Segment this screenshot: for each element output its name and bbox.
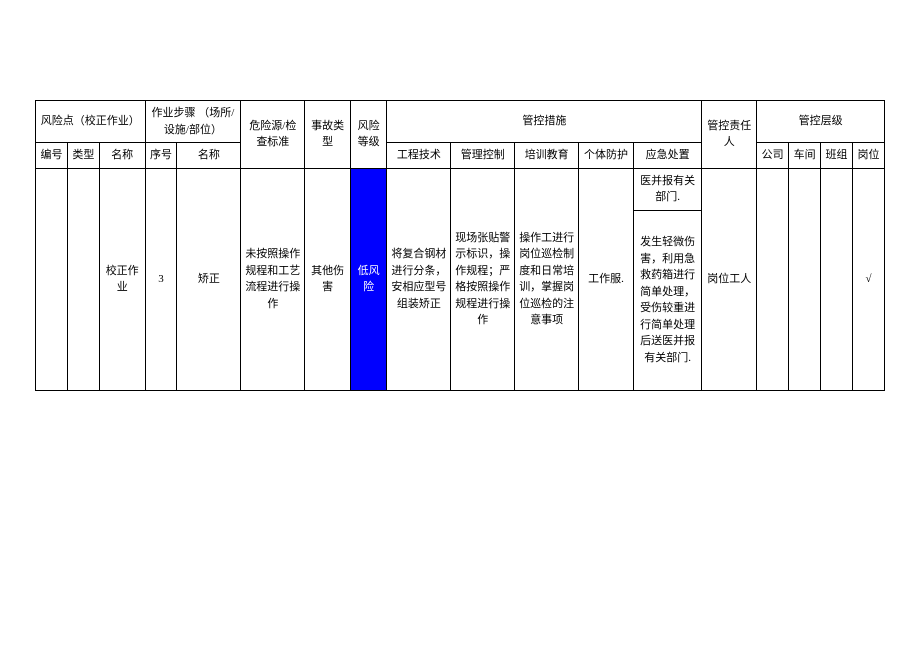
header-team: 班组	[821, 143, 853, 169]
header-control-owner: 管控责任人	[702, 101, 757, 169]
risk-assessment-table: 风险点（校正作业） 作业步骤 （场所/设施/部位） 危险源/检查标准 事故类型 …	[35, 100, 885, 391]
cell-id	[36, 168, 68, 390]
cell-type	[67, 168, 99, 390]
cell-company	[757, 168, 789, 390]
cell-eng-tech: 将复合钢材进行分条，安相应型号组装矫正	[387, 168, 451, 390]
header-seq: 序号	[145, 143, 177, 169]
cell-seq: 3	[145, 168, 177, 390]
header-id: 编号	[36, 143, 68, 169]
header-company: 公司	[757, 143, 789, 169]
cell-ppe: 工作服.	[579, 168, 634, 390]
cell-step-name: 矫正	[177, 168, 241, 390]
header-emergency: 应急处置	[633, 143, 701, 169]
cell-post: √	[852, 168, 884, 390]
table-row-top: 校正作业 3 矫正 未按照操作规程和工艺流程进行操作 其他伤害 低风险 将复合钢…	[36, 168, 885, 210]
cell-risk-level: 低风险	[350, 168, 387, 390]
header-name: 名称	[99, 143, 145, 169]
header-training: 培训教育	[515, 143, 579, 169]
header-mgmt-ctrl: 管理控制	[451, 143, 515, 169]
header-accident-type: 事故类型	[305, 101, 351, 169]
cell-name: 校正作业	[99, 168, 145, 390]
header-ppe: 个体防护	[579, 143, 634, 169]
header-step-name: 名称	[177, 143, 241, 169]
cell-team	[821, 168, 853, 390]
header-control-level: 管控层级	[757, 101, 885, 143]
header-work-step: 作业步骤 （场所/设施/部位）	[145, 101, 241, 143]
header-type: 类型	[67, 143, 99, 169]
header-eng-tech: 工程技术	[387, 143, 451, 169]
header-risk-level: 风险等级	[350, 101, 387, 169]
cell-hazard: 未按照操作规程和工艺流程进行操作	[241, 168, 305, 390]
cell-accident-type: 其他伤害	[305, 168, 351, 390]
header-workshop: 车间	[789, 143, 821, 169]
cell-emergency-top: 医并报有关部门.	[633, 168, 701, 210]
cell-emergency-main: 发生轻微伤害，利用急救药箱进行简单处理，受伤较重进行简单处理后送医并报有关部门.	[633, 210, 701, 390]
cell-mgmt-ctrl: 现场张贴警示标识，操作规程；严格按照操作规程进行操作	[451, 168, 515, 390]
header-row-2: 编号 类型 名称 序号 名称 工程技术 管理控制 培训教育 个体防护 应急处置 …	[36, 143, 885, 169]
cell-training: 操作工进行岗位巡检制度和日常培训，掌握岗位巡检的注意事项	[515, 168, 579, 390]
header-control-measures: 管控措施	[387, 101, 702, 143]
header-risk-point: 风险点（校正作业）	[36, 101, 146, 143]
header-row-1: 风险点（校正作业） 作业步骤 （场所/设施/部位） 危险源/检查标准 事故类型 …	[36, 101, 885, 143]
cell-workshop	[789, 168, 821, 390]
header-hazard: 危险源/检查标准	[241, 101, 305, 169]
header-post: 岗位	[852, 143, 884, 169]
cell-owner: 岗位工人	[702, 168, 757, 390]
